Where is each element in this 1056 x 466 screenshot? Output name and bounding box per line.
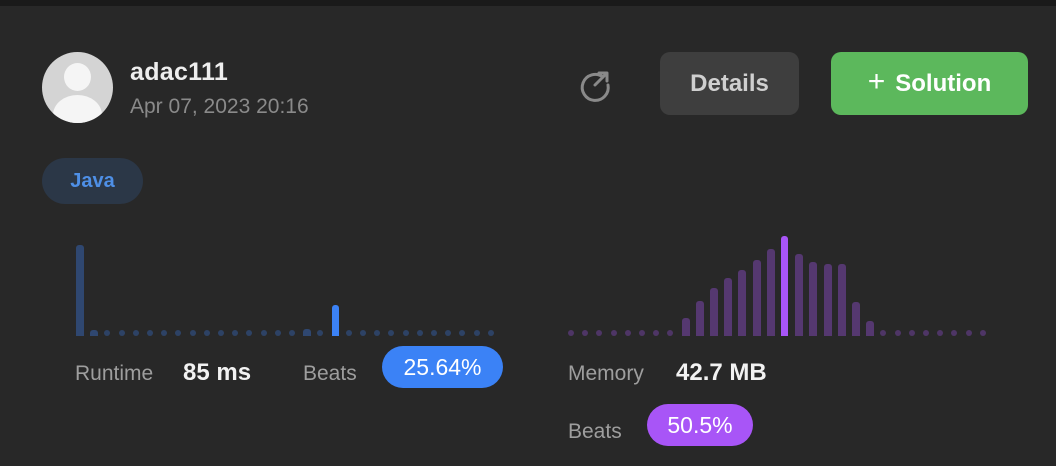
memory-bar[interactable] [923,330,929,336]
runtime-bar[interactable] [119,330,125,336]
share-refresh-icon[interactable] [577,67,613,103]
submission-time: Apr 07, 2023 20:16 [130,95,309,118]
plus-icon: + [867,65,886,98]
memory-bar[interactable] [809,262,817,336]
memory-bar[interactable] [710,288,718,336]
runtime-bar[interactable] [459,330,465,336]
memory-bar[interactable] [838,264,846,336]
memory-bar[interactable] [880,330,886,336]
runtime-bar[interactable] [190,330,196,336]
memory-bar[interactable] [937,330,943,336]
memory-bar[interactable] [667,330,673,336]
memory-bar[interactable] [866,321,874,336]
runtime-bar[interactable] [403,330,409,336]
runtime-bar[interactable] [303,329,311,336]
username[interactable]: adac111 [130,58,228,87]
memory-bar[interactable] [625,330,631,336]
language-label: Java [70,169,115,192]
runtime-bar[interactable] [218,330,224,336]
memory-bar-current[interactable] [781,236,788,336]
memory-bar[interactable] [980,330,986,336]
avatar-head [64,63,91,91]
memory-bar[interactable] [696,301,704,336]
runtime-bar[interactable] [133,330,139,336]
memory-bar[interactable] [795,254,803,336]
memory-bar[interactable] [682,318,690,336]
memory-bar[interactable] [852,302,860,336]
runtime-bar[interactable] [388,330,394,336]
memory-bar[interactable] [568,330,574,336]
runtime-bar[interactable] [289,330,295,336]
details-button-label: Details [690,69,769,97]
memory-bar[interactable] [966,330,972,336]
memory-label: Memory [568,362,644,385]
runtime-beats-label: Beats [303,362,357,385]
memory-bar[interactable] [895,330,901,336]
runtime-bar[interactable] [232,330,238,336]
memory-bar[interactable] [653,330,659,336]
memory-bar[interactable] [909,330,915,336]
runtime-bar[interactable] [275,330,281,336]
runtime-bar[interactable] [175,330,181,336]
memory-bar[interactable] [767,249,775,336]
memory-bar[interactable] [724,278,732,336]
avatar[interactable] [42,52,113,123]
submission-card: adac111 Apr 07, 2023 20:16 Details + Sol… [0,6,1056,466]
memory-bar[interactable] [824,264,832,336]
runtime-label: Runtime [75,362,154,385]
runtime-bar[interactable] [317,330,323,336]
solution-button-label: Solution [895,69,992,97]
runtime-bar[interactable] [261,330,267,336]
memory-beats-label: Beats [568,420,622,443]
runtime-bar[interactable] [431,330,437,336]
memory-distribution-chart[interactable] [568,236,994,336]
memory-bar[interactable] [753,260,761,336]
runtime-bar[interactable] [445,330,451,336]
runtime-bar[interactable] [147,330,153,336]
runtime-bar[interactable] [374,330,380,336]
add-solution-button[interactable]: + Solution [831,52,1028,115]
memory-bar[interactable] [738,270,746,336]
runtime-bar[interactable] [417,330,423,336]
runtime-bar[interactable] [104,330,110,336]
runtime-bar[interactable] [161,330,167,336]
avatar-body [53,95,102,123]
runtime-bar[interactable] [76,245,84,336]
runtime-bar[interactable] [474,330,480,336]
language-badge[interactable]: Java [42,158,143,204]
runtime-bar[interactable] [360,330,366,336]
memory-beats-badge: 50.5% [647,404,753,446]
memory-bar[interactable] [639,330,645,336]
runtime-value: 85 ms [183,359,252,386]
memory-bar[interactable] [951,330,957,336]
runtime-beats-badge: 25.64% [382,346,503,388]
runtime-bar[interactable] [246,330,252,336]
runtime-bar[interactable] [488,330,494,336]
runtime-bar-current[interactable] [332,305,339,336]
runtime-bar[interactable] [346,330,352,336]
runtime-distribution-chart[interactable] [76,240,502,336]
runtime-bar[interactable] [204,330,210,336]
memory-bar[interactable] [596,330,602,336]
memory-bar[interactable] [611,330,617,336]
memory-value: 42.7 MB [676,359,767,386]
memory-bar[interactable] [582,330,588,336]
runtime-bar[interactable] [90,330,98,336]
details-button[interactable]: Details [660,52,799,115]
